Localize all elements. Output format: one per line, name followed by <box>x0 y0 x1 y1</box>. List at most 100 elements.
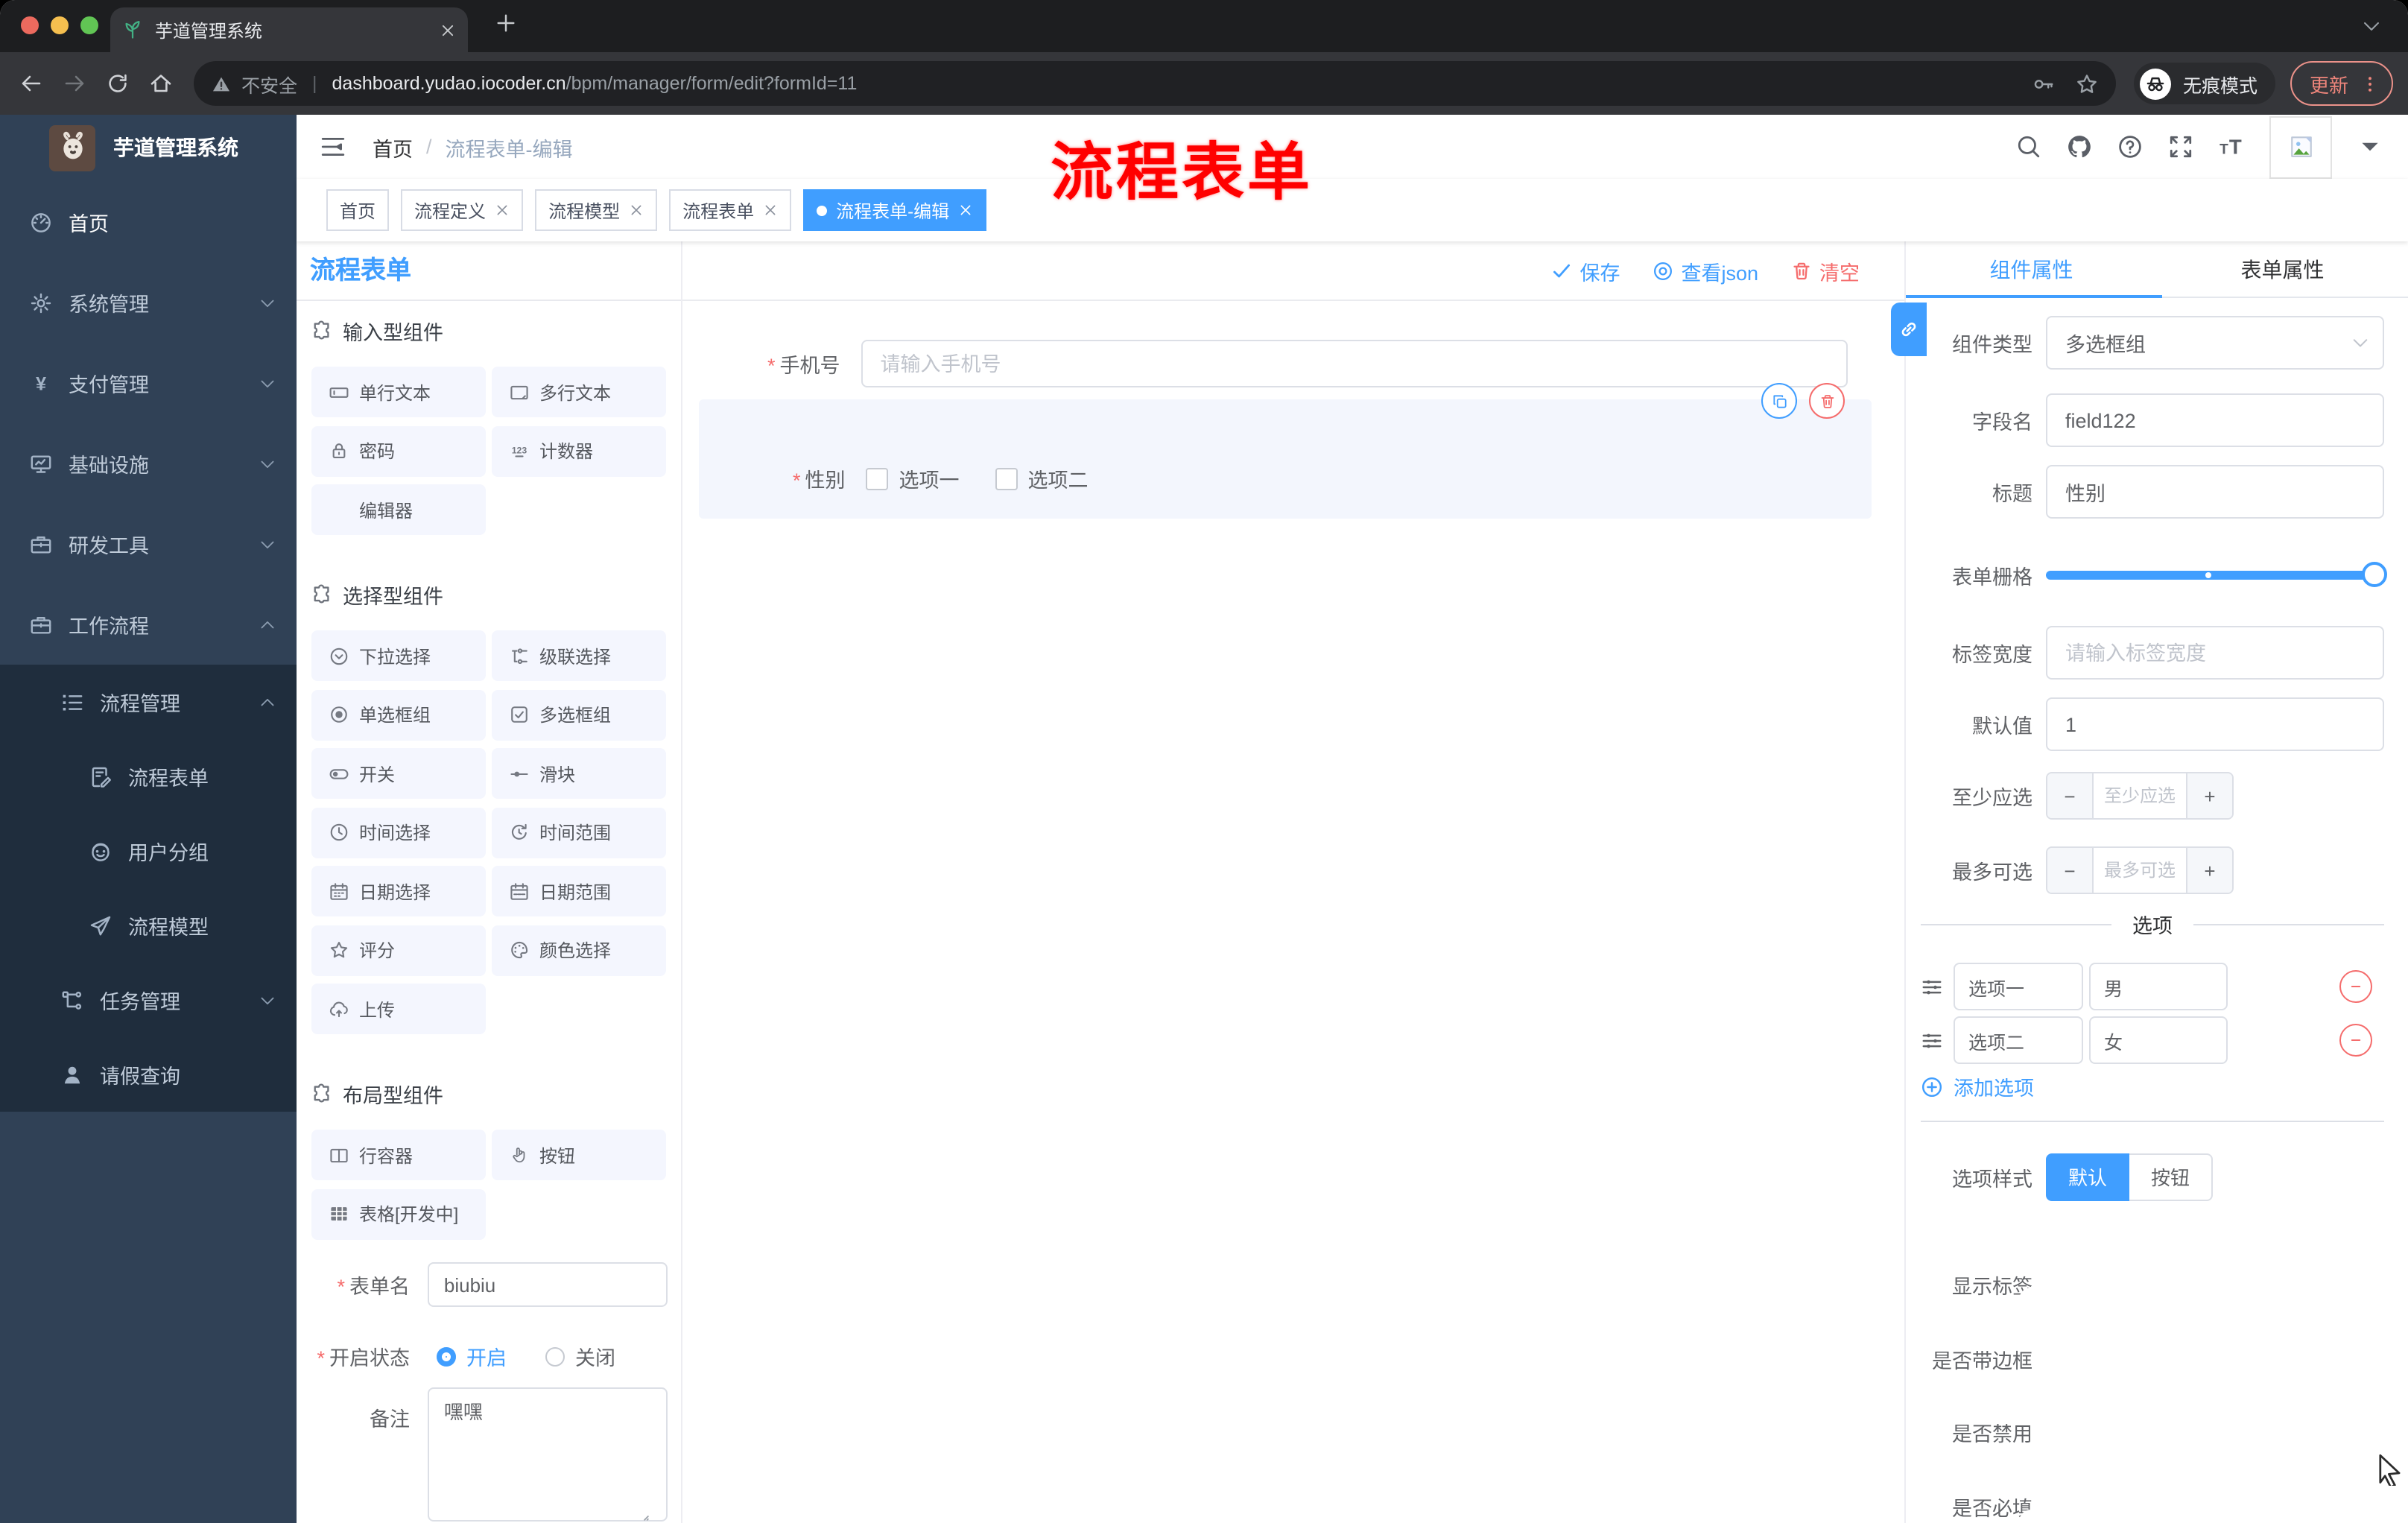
sidebar-item-任务管理[interactable]: 任务管理 <box>0 963 297 1037</box>
remove-option-button[interactable] <box>2339 1024 2372 1057</box>
window-minimize-button[interactable] <box>51 16 69 34</box>
grid-slider[interactable] <box>2046 562 2387 587</box>
palette-item-上传[interactable]: 上传 <box>311 984 486 1034</box>
title-input[interactable] <box>2046 465 2384 519</box>
palette-item-单行文本[interactable]: 单行文本 <box>311 367 486 417</box>
search-icon[interactable] <box>2016 134 2041 159</box>
sidebar-item-研发工具[interactable]: 研发工具 <box>0 504 297 584</box>
palette-item-日期范围[interactable]: 日期范围 <box>492 866 666 916</box>
gender-option-1[interactable]: 选项一 <box>866 463 960 493</box>
sidebar-item-流程表单[interactable]: 流程表单 <box>0 739 297 814</box>
palette-item-多行文本[interactable]: 多行文本 <box>492 367 666 417</box>
sidebar-item-支付管理[interactable]: ¥ 支付管理 <box>0 343 297 423</box>
slider-handle[interactable] <box>2362 562 2387 587</box>
max-select-input[interactable] <box>2094 848 2186 893</box>
sidebar-item-基础设施[interactable]: 基础设施 <box>0 423 297 504</box>
tab-form-props[interactable]: 表单属性 <box>2157 241 2408 298</box>
sidebar-item-系统管理[interactable]: 系统管理 <box>0 262 297 343</box>
sidebar-item-请假查询[interactable]: 请假查询 <box>0 1037 297 1112</box>
palette-item-时间范围[interactable]: 时间范围 <box>492 807 666 858</box>
checkbox-icon[interactable] <box>866 467 889 490</box>
form-name-input[interactable] <box>427 1262 668 1307</box>
component-type-value[interactable] <box>2046 316 2384 370</box>
sidebar-item-流程管理[interactable]: 流程管理 <box>0 665 297 739</box>
save-button[interactable]: 保存 <box>1551 256 1620 285</box>
phone-input[interactable] <box>861 340 1848 387</box>
field-name-input[interactable] <box>2046 393 2384 447</box>
style-button-button[interactable]: 按钮 <box>2129 1153 2213 1201</box>
min-select-input[interactable] <box>2094 773 2186 818</box>
palette-item-单选框组[interactable]: 单选框组 <box>311 689 486 740</box>
palette-item-评分[interactable]: 评分 <box>311 925 486 975</box>
sidebar-item-首页[interactable]: 首页 <box>0 182 297 262</box>
selected-field-block[interactable]: 性别 选项一 选项二 <box>699 383 1872 519</box>
palette-item-日期选择[interactable]: 日期选择 <box>311 866 486 916</box>
font-size-icon[interactable]: TT <box>2219 134 2244 159</box>
delete-field-button[interactable] <box>1809 383 1845 419</box>
password-manager-icon[interactable] <box>2032 72 2055 95</box>
back-button[interactable] <box>19 72 43 95</box>
tab-search-icon[interactable] <box>2362 16 2381 36</box>
home-button[interactable] <box>149 72 173 95</box>
window-zoom-button[interactable] <box>80 16 98 34</box>
user-menu-caret-icon[interactable] <box>2357 134 2383 159</box>
view-json-button[interactable]: 查看json <box>1653 256 1758 285</box>
add-option-button[interactable]: 添加选项 <box>1921 1070 2034 1103</box>
tag-close-icon[interactable] <box>958 203 973 218</box>
data-binding-handle[interactable] <box>1891 303 1927 356</box>
palette-item-多选框组[interactable]: 多选框组 <box>492 689 666 740</box>
palette-item-时间选择[interactable]: 时间选择 <box>311 807 486 858</box>
option-value-input[interactable] <box>2089 1016 2228 1064</box>
palette-item-行容器[interactable]: 行容器 <box>311 1130 486 1180</box>
plus-button[interactable]: + <box>2186 848 2232 893</box>
textarea-resize-handle[interactable] <box>635 1507 651 1523</box>
tag-流程表单-编辑[interactable]: 流程表单-编辑 <box>803 189 987 231</box>
tag-close-icon[interactable] <box>495 203 510 218</box>
copy-field-button[interactable] <box>1761 383 1797 419</box>
drag-handle-icon[interactable] <box>1921 975 1943 998</box>
new-tab-button[interactable] <box>495 12 517 34</box>
tag-流程表单[interactable]: 流程表单 <box>669 189 792 231</box>
breadcrumb-home[interactable]: 首页 <box>373 132 413 162</box>
palette-item-表格[开发中][interactable]: 表格[开发中] <box>311 1188 486 1239</box>
tag-close-icon[interactable] <box>763 203 778 218</box>
form-remark-textarea[interactable]: 嘿嘿 <box>427 1387 668 1522</box>
collapse-sidebar-icon[interactable] <box>320 134 346 159</box>
sidebar-item-用户分组[interactable]: 用户分组 <box>0 814 297 888</box>
status-radio-off[interactable]: 关闭 <box>545 1341 615 1371</box>
help-icon[interactable] <box>2117 134 2143 159</box>
plus-button[interactable]: + <box>2186 773 2232 818</box>
option-label-input[interactable] <box>1954 1016 2083 1064</box>
fullscreen-icon[interactable] <box>2168 134 2193 159</box>
palette-item-下拉选择[interactable]: 下拉选择 <box>311 630 486 681</box>
tag-close-icon[interactable] <box>629 203 644 218</box>
window-close-button[interactable] <box>21 16 39 34</box>
palette-item-按钮[interactable]: 按钮 <box>492 1130 666 1180</box>
gender-option-2[interactable]: 选项二 <box>995 463 1089 493</box>
minus-button[interactable]: − <box>2047 848 2094 893</box>
tab-component-props[interactable]: 组件属性 <box>1906 241 2157 298</box>
palette-item-密码[interactable]: 密码 <box>311 425 486 476</box>
palette-item-计数器[interactable]: 123 计数器 <box>492 425 666 476</box>
address-bar[interactable]: 不安全 | dashboard.yudao.iocoder.cn/bpm/man… <box>194 61 2116 106</box>
palette-item-滑块[interactable]: 滑块 <box>492 748 666 799</box>
label-width-input[interactable] <box>2046 626 2384 680</box>
forward-button[interactable] <box>63 72 86 95</box>
phone-field[interactable]: 手机号 <box>767 340 1848 387</box>
security-warning-icon[interactable] <box>212 74 231 93</box>
clear-button[interactable]: 清空 <box>1791 256 1860 285</box>
palette-item-级联选择[interactable]: 级联选择 <box>492 630 666 681</box>
drag-handle-icon[interactable] <box>1921 1029 1943 1051</box>
default-value-input[interactable] <box>2046 697 2384 751</box>
bookmark-star-icon[interactable] <box>2076 72 2098 95</box>
palette-item-编辑器[interactable]: 编辑器 <box>311 484 486 535</box>
tag-流程模型[interactable]: 流程模型 <box>535 189 658 231</box>
palette-item-颜色选择[interactable]: 颜色选择 <box>492 925 666 975</box>
option-label-input[interactable] <box>1954 963 2083 1010</box>
remove-option-button[interactable] <box>2339 970 2372 1003</box>
tag-首页[interactable]: 首页 <box>326 189 390 231</box>
palette-item-开关[interactable]: 开关 <box>311 748 486 799</box>
tab-close-icon[interactable] <box>440 22 456 38</box>
minus-button[interactable]: − <box>2047 773 2094 818</box>
checkbox-icon[interactable] <box>995 467 1018 490</box>
